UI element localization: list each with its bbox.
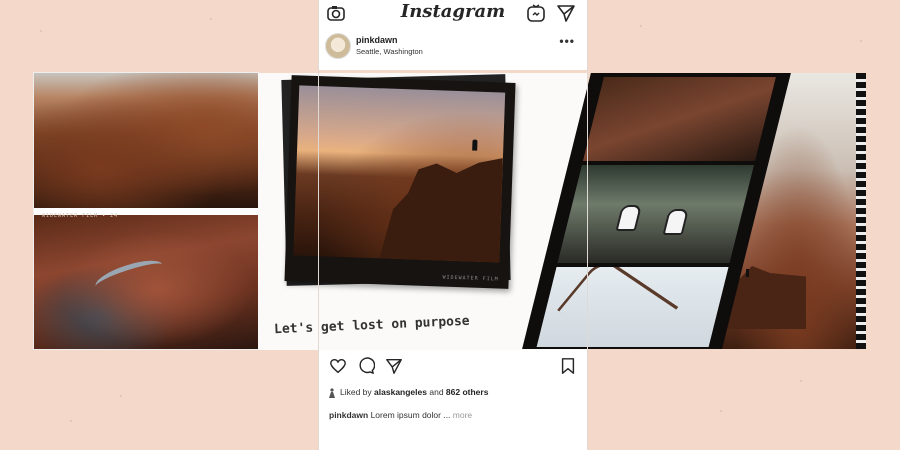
likes-others-link[interactable]: 862 others — [446, 387, 489, 397]
bookmark-icon[interactable] — [559, 357, 577, 375]
canyon-photo-bottom — [34, 215, 258, 349]
caption-more-link[interactable]: more — [453, 410, 472, 420]
likes-user-link[interactable]: alaskangeles — [374, 387, 427, 397]
avatar[interactable] — [325, 33, 351, 59]
shoe-left — [615, 205, 642, 231]
film-caption: WIDEWATER FILM • 24 — [42, 213, 119, 219]
vista-hiker — [746, 269, 749, 277]
more-options-icon[interactable]: ••• — [559, 34, 575, 48]
post-username[interactable]: pinkdawn — [356, 35, 398, 45]
likes-summary: Liked by alaskangeles and 862 others — [328, 387, 488, 398]
likes-prefix: Liked by — [340, 387, 372, 397]
heart-icon[interactable] — [329, 357, 347, 375]
film-sprockets — [856, 73, 866, 349]
instagram-logo: Instagram — [400, 1, 506, 22]
post-footer: Liked by alaskangeles and 862 others pin… — [319, 350, 587, 450]
igtv-icon[interactable] — [526, 3, 546, 23]
caption-text: Lorem ipsum dolor ... — [370, 410, 451, 420]
instagram-post-frame: Instagram pinkdawn Seattle, Washington •… — [318, 0, 588, 450]
instagram-header: Instagram — [319, 0, 587, 27]
shoe-right — [662, 209, 689, 235]
left-collage-panel: WIDEWATER FILM • 24 — [34, 73, 258, 349]
caption-username[interactable]: pinkdawn — [329, 410, 368, 420]
send-icon[interactable] — [385, 357, 403, 375]
canyon-photo-top — [34, 73, 258, 208]
post-caption: pinkdawn Lorem ipsum dolor ... more — [329, 410, 472, 420]
likes-joiner: and — [429, 387, 444, 397]
comment-icon[interactable] — [357, 357, 375, 375]
river-bend — [92, 254, 166, 297]
direct-message-icon[interactable] — [556, 3, 576, 23]
post-location[interactable]: Seattle, Washington — [356, 47, 423, 56]
post-header: pinkdawn Seattle, Washington ••• — [319, 26, 587, 70]
liker-avatar-icon — [329, 388, 335, 398]
film-frame-rocks — [582, 77, 776, 161]
